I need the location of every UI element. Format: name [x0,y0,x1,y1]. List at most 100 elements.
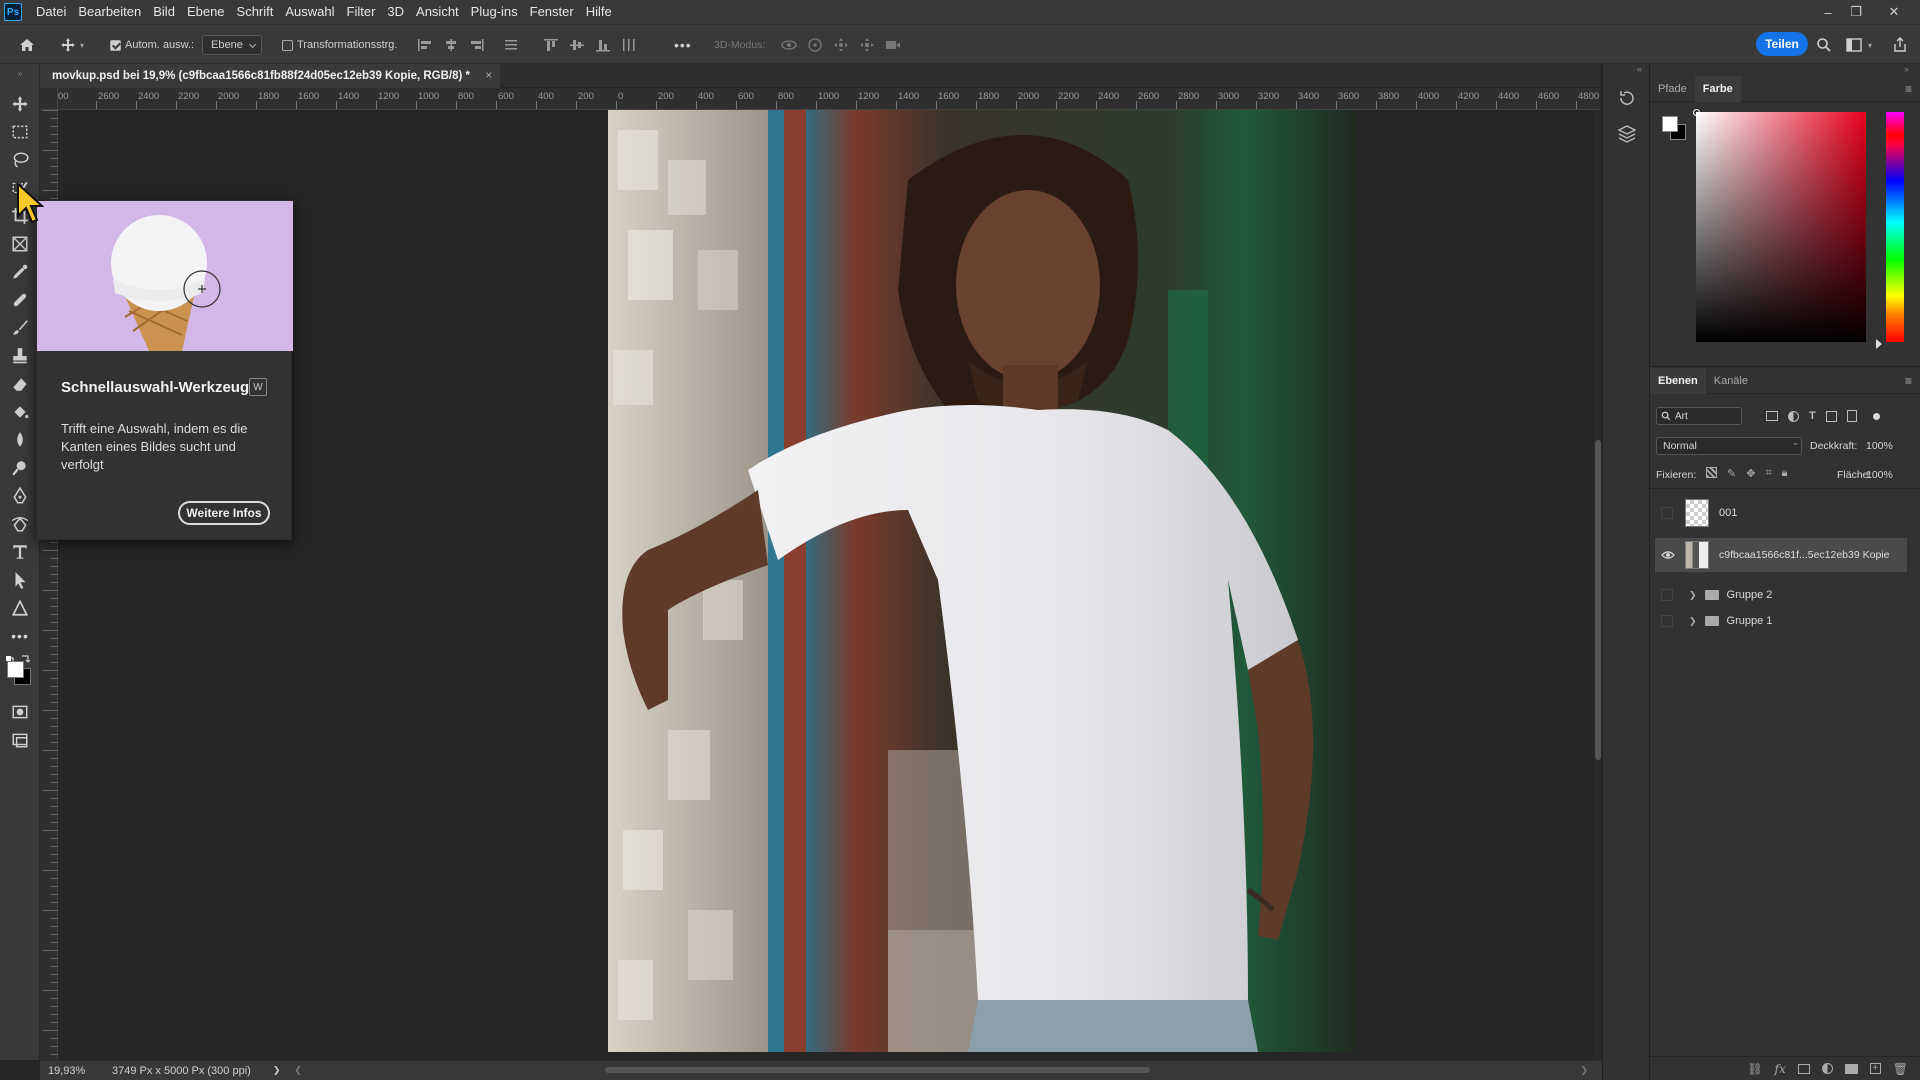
add-mask-icon[interactable] [1797,1063,1810,1074]
workspace-button[interactable]: ▾ [1846,25,1872,65]
history-button[interactable] [1617,88,1637,108]
layer-name[interactable]: 001 [1719,507,1737,519]
3d-pan-icon[interactable] [832,37,850,53]
foreground-swatch-front[interactable] [1662,116,1678,132]
layer-row-gruppe-2[interactable]: ❯ Gruppe 2 [1655,582,1905,608]
tool-lasso[interactable] [8,148,32,172]
menu-ebene[interactable]: Ebene [181,0,231,24]
tool-path-select[interactable] [8,568,32,592]
lock-artboard-icon[interactable]: ⌗ [1765,467,1771,480]
eye-icon[interactable] [1661,548,1675,562]
layer-filter-dropdown[interactable]: Art [1656,407,1742,425]
tool-eraser[interactable] [8,372,32,396]
fx-icon[interactable]: fx [1775,1062,1786,1076]
align-bottom-icon[interactable] [594,37,612,53]
layer-visibility-toggle[interactable] [1661,589,1673,601]
layer-visibility-toggle[interactable] [1661,507,1673,519]
minimize-button[interactable]: – [1814,0,1842,24]
auto-select-checkbox[interactable]: Autom. ausw.: [110,25,194,65]
filter-adjustment-icon[interactable] [1788,410,1799,422]
tool-stamp[interactable] [8,344,32,368]
libraries-button[interactable] [1617,124,1637,146]
search-button[interactable] [1816,25,1832,65]
foreground-color-chip[interactable] [7,661,24,678]
scroll-right-icon[interactable]: ❯ [1580,1065,1588,1076]
scroll-left-icon[interactable]: ❮ [294,1065,302,1076]
tool-move[interactable] [8,92,32,116]
menu-plugins[interactable]: Plug-ins [465,0,524,24]
tool-frame[interactable] [8,232,32,256]
more-tools-icon[interactable]: ••• [8,624,32,648]
3d-roll-icon[interactable] [806,37,824,53]
vertical-scrollbar-thumb[interactable] [1595,440,1601,760]
opacity-value[interactable]: 100% [1866,440,1893,452]
align-right-icon[interactable] [468,37,486,53]
menu-auswahl[interactable]: Auswahl [279,0,340,24]
new-group-icon[interactable] [1844,1063,1858,1074]
ruler-origin[interactable] [40,88,58,110]
filter-shape-icon[interactable] [1825,410,1837,422]
menu-bearbeiten[interactable]: Bearbeiten [72,0,147,24]
horizontal-ruler[interactable]: 00 2600 2400 2200 2000 1800 1600 1400 1200 1000 80… [58,88,1600,110]
group-expand-icon[interactable]: ❯ [1689,616,1697,627]
tool-eyedropper[interactable] [8,260,32,284]
menu-filter[interactable]: Filter [341,0,382,24]
transform-check[interactable] [282,39,293,51]
distribute-horizontal-icon[interactable] [620,37,638,53]
menu-3d[interactable]: 3D [381,0,410,24]
hue-slider[interactable] [1886,112,1904,342]
lock-pixels-icon[interactable]: ✎ [1727,467,1736,480]
tool-curvature-pen[interactable] [8,512,32,536]
3d-slide-icon[interactable] [858,37,876,53]
tool-marquee[interactable] [8,120,32,144]
tool-quick-mask[interactable] [8,700,32,724]
tool-dodge[interactable] [8,456,32,480]
color-picker-field[interactable] [1696,112,1866,342]
tool-screen-mode[interactable] [8,728,32,752]
filter-toggle-icon[interactable] [1872,412,1880,420]
tool-shape[interactable] [8,596,32,620]
layer-row-gruppe-1[interactable]: ❯ Gruppe 1 [1655,608,1905,634]
auto-select-target-dropdown[interactable]: Ebene [202,35,262,55]
filter-pixel-icon[interactable] [1766,411,1778,421]
tool-healing[interactable] [8,288,32,312]
collapse-panels-icon[interactable]: « [1637,64,1642,74]
3d-orbit-icon[interactable] [780,37,798,53]
tool-type[interactable] [8,540,32,564]
fill-value[interactable]: 100% [1866,469,1893,481]
tab-farbe[interactable]: Farbe [1694,75,1741,102]
tool-paint-bucket[interactable] [8,400,32,424]
restore-button[interactable]: ❐ [1842,0,1870,24]
layer-name[interactable]: c9fbcaa1566c81f...5ec12eb39 Kopie [1719,549,1889,561]
collapse-right-icon[interactable]: » [1904,64,1909,74]
move-tool-preset[interactable]: ▾ [60,25,84,65]
close-tab-icon[interactable]: × [485,64,492,88]
tab-kanaele[interactable]: Kanäle [1706,368,1756,394]
lock-transparency-icon[interactable] [1706,467,1717,478]
export-button[interactable] [1892,25,1908,65]
photoshop-logo[interactable]: Ps [4,3,22,21]
menu-fenster[interactable]: Fenster [524,0,580,24]
zoom-level[interactable]: 19,93% [48,1065,98,1077]
3d-scale-icon[interactable] [884,37,902,53]
filter-smart-object-icon[interactable] [1846,410,1857,422]
layers-menu-icon[interactable]: ≡ [1905,374,1912,388]
menu-schrift[interactable]: Schrift [231,0,280,24]
layer-name[interactable]: Gruppe 2 [1727,589,1773,601]
horizontal-scrollbar-thumb[interactable] [605,1067,1150,1073]
learn-more-button[interactable]: Weitere Infos [178,501,270,525]
link-layers-icon[interactable]: ⛓︎ [1747,1062,1762,1076]
more-options-button[interactable]: ••• [674,25,692,65]
new-layer-icon[interactable]: + [1869,1063,1881,1074]
document-tab[interactable]: movkup.psd bei 19,9% (c9fbcaa1566c81fb88… [40,64,501,88]
align-center-icon[interactable] [442,37,460,53]
tool-blur[interactable] [8,428,32,452]
adjustment-layer-icon[interactable] [1821,1063,1833,1074]
lock-all-icon[interactable]: 🔒︎ [1782,467,1788,480]
transform-controls-checkbox[interactable]: Transformationsstrg. [282,25,397,65]
lock-position-icon[interactable]: ✥ [1746,467,1755,480]
menu-bild[interactable]: Bild [147,0,181,24]
hue-slider-handle[interactable] [1876,339,1882,349]
align-top-icon[interactable] [542,37,560,53]
close-window-button[interactable]: ✕ [1880,0,1908,24]
